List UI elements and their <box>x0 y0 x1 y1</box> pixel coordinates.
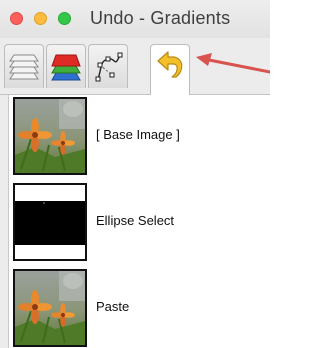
channels-icon <box>51 54 81 81</box>
close-window-button[interactable] <box>10 12 23 25</box>
tab-channels[interactable] <box>46 44 86 88</box>
history-item-paste[interactable]: Paste <box>9 267 270 348</box>
flower-photo-thumbnail <box>13 269 87 347</box>
tab-paths[interactable] <box>88 44 128 88</box>
history-item-label: Ellipse Select <box>96 213 175 228</box>
history-item-ellipse-select[interactable]: Ellipse Select <box>9 181 270 265</box>
history-item-label: [ Base Image ] <box>96 127 180 142</box>
layers-icon <box>9 54 39 80</box>
dock-tab-strip <box>0 38 270 95</box>
history-item-label: Paste <box>96 299 130 314</box>
tab-undo-history[interactable] <box>150 44 190 95</box>
undo-history-window: Undo - Gradients [Base Image] Ellipse … <box>0 0 270 348</box>
minimize-window-button[interactable] <box>34 12 47 25</box>
window-title: Undo - Gradients <box>90 8 231 28</box>
undo-history-icon <box>157 51 183 78</box>
flower-photo-thumbnail <box>13 97 87 175</box>
zoom-window-button[interactable] <box>58 12 71 25</box>
history-item-base-image[interactable]: [ Base Image ] <box>9 95 270 179</box>
paths-icon <box>95 52 123 82</box>
tab-layers[interactable] <box>4 44 44 88</box>
title-bar[interactable]: Undo - Gradients <box>0 0 270 38</box>
history-list: [ Base Image ] Ellipse Select Paste <box>8 95 270 348</box>
selection-mask-thumbnail <box>13 183 87 261</box>
